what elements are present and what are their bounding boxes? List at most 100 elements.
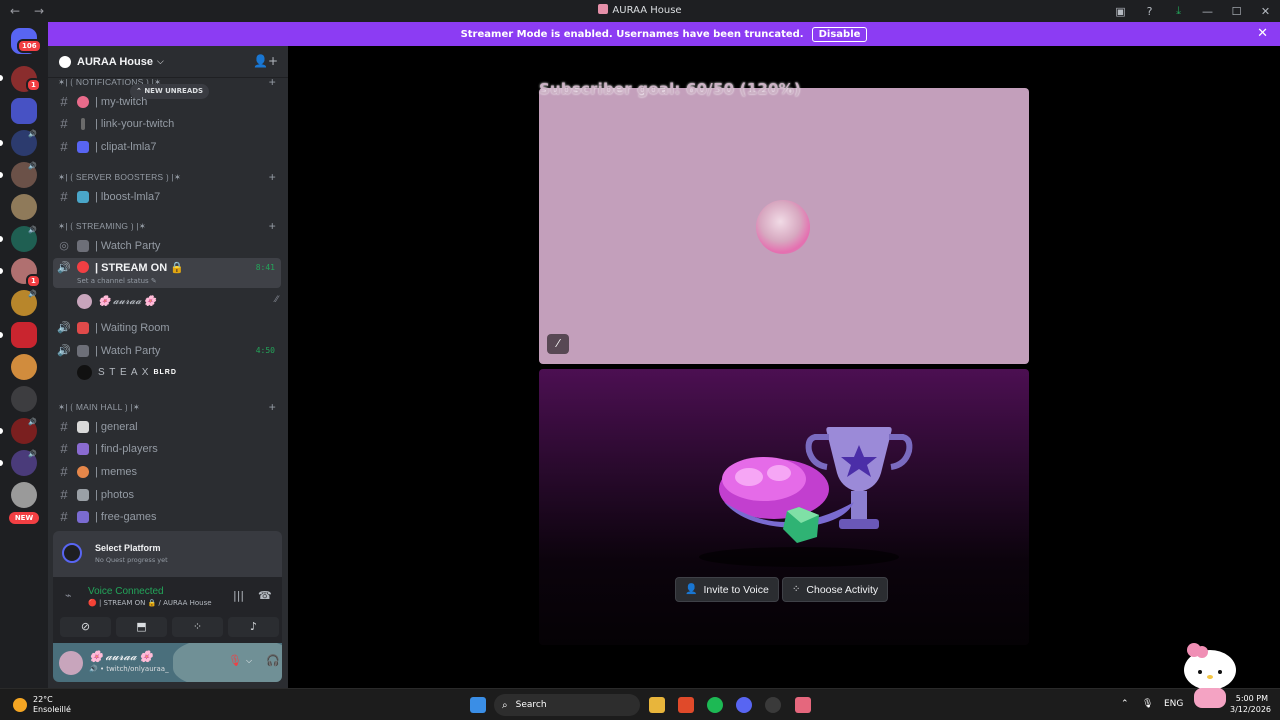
voice-timer: 4:50 [255,346,275,355]
banner-close-icon[interactable]: ✕ [1257,26,1268,41]
choose-activity-button[interactable]: ⁘ Choose Activity [782,577,889,602]
maximize-icon[interactable]: ☐ [1222,5,1251,18]
muted-icon[interactable]: ⁄ [547,334,569,354]
inbox-icon[interactable]: ▣ [1106,5,1135,18]
invite-to-voice-button[interactable]: 👤 Invite to Voice [675,577,779,602]
channel-name: | general [95,420,138,433]
server-icon[interactable] [11,354,37,380]
windows-taskbar: 22°C Ensoleillé ⌕ Search ⌃ 🎙 ENG 5:00 PM 3/… [0,688,1280,720]
server-icon[interactable] [11,386,37,412]
chevron-down-icon[interactable]: ⌵ [246,656,252,666]
voice-user-auraa[interactable]: 🌸 𝓪𝓾𝓻𝓪𝓪 🌸 [77,292,156,310]
disable-button[interactable]: Disable [811,26,868,42]
controller-emoji-icon [77,510,89,523]
unread-pip [0,172,3,178]
quest-panel[interactable]: Select Platform No Quest progress yet [53,531,282,577]
camera-off-icon[interactable]: ⊘ [60,617,111,637]
server-icon[interactable] [11,322,37,348]
screen-share-icon[interactable]: ⬒ [116,617,167,637]
voice-channel-path: | STREAM ON 🔒 / AURAA House [98,599,212,607]
channel-free-games[interactable]: # | free-games [53,506,281,527]
unread-badge: 1 [26,274,41,288]
folder-icon[interactable] [11,98,37,124]
microphone-muted-icon[interactable]: 🎙 [228,654,242,667]
close-window-icon[interactable]: ✕ [1251,5,1280,18]
create-channel-icon[interactable]: + [269,400,276,414]
category-streaming[interactable]: ✶| ⟮ STREAMING ⟯ |✶ + [58,219,278,235]
channel-status-link[interactable]: Set a channel status ✎ [77,277,157,285]
voice-channel-waiting-room[interactable]: 🔊 | Waiting Room [53,317,281,338]
new-unreads-pill[interactable]: NEW [9,512,39,524]
status-text: twitch/onlyauraa_ [106,665,169,673]
noise-suppression-icon[interactable]: ||| [233,589,244,602]
chevron-up-icon[interactable]: ⌃ [1121,699,1129,709]
headphones-icon[interactable]: 🎧 [266,654,280,667]
disconnect-icon[interactable]: ☎ [258,589,272,602]
unread-pip [0,236,3,242]
signal-icon[interactable]: ⌁ [65,589,72,602]
server-icon[interactable] [11,482,37,508]
channel-name: | my-twitch [95,95,148,108]
username[interactable]: 🌸 𝓪𝓾𝓻𝓪𝓪 🌸 [89,650,153,664]
server-header[interactable]: AURAA House ⌵ 👤+ [48,46,288,78]
unread-pip [0,460,3,466]
channel-link-your-twitch[interactable]: # | link-your-twitch [53,113,281,134]
category-main-hall[interactable]: ✶| ⟮ MAIN HALL ⟯ |✶ + [58,400,278,416]
title-bar: ← → AURAA House ▣ ? ⤓ — ☐ ✕ [0,0,1280,22]
speaker-icon: 🔊 [57,262,71,274]
stage-channel-watch-party[interactable]: ◎ | Watch Party [53,235,281,256]
create-channel-icon[interactable]: + [269,75,276,89]
flower-emoji-icon [77,95,89,108]
voice-channel-watch-party[interactable]: 🔊 | Watch Party 4:50 [53,340,281,361]
server-name: AURAA House [77,55,153,68]
app-icon[interactable] [765,697,781,713]
activities-icon[interactable]: ⁘ [172,617,223,637]
file-explorer-icon[interactable] [649,697,665,713]
pin-emoji-icon [81,117,85,130]
streamer-avatar [756,200,810,254]
channel-memes[interactable]: # | memes [53,461,281,482]
category-label: ✶| ⟮ MAIN HALL ⟯ |✶ [58,402,141,412]
server-favicon-icon [598,4,609,14]
channel-name: | find-players [95,442,158,455]
voice-status-channel[interactable]: 🔴 | STREAM ON 🔒 / AURAA House [88,599,212,607]
search-box[interactable]: ⌕ Search [494,694,640,716]
channel-clipat[interactable]: # | clipat-lmla7 [53,136,281,157]
download-icon[interactable]: ⤓ [1164,4,1193,18]
channel-photos[interactable]: # | photos [53,484,281,505]
voice-user-steax[interactable]: S T E A X BLRD [77,363,177,381]
microphone-icon[interactable]: 🎙 [1142,699,1153,709]
sun-icon [13,698,27,712]
activities-icon: ⁘ [792,584,801,595]
speaker-icon: 🔊 [28,162,37,170]
invite-people-icon[interactable]: 👤+ [253,54,278,68]
stream-tile[interactable]: ⁄ [539,88,1029,364]
unread-badge: 1 [26,78,41,92]
tv-emoji-icon [77,239,89,252]
channel-find-players[interactable]: # | find-players [53,438,281,459]
soundboard-icon[interactable]: ♪ [228,617,279,637]
window-title: AURAA House [0,4,1280,16]
voice-user-name: S T E A X [98,366,150,378]
create-channel-icon[interactable]: + [269,219,276,233]
channel-name: | memes [95,465,137,478]
server-icon[interactable] [11,194,37,220]
channel-boost[interactable]: # | lboost-lmla7 [53,186,281,207]
weather-widget[interactable]: 22°C Ensoleillé [13,695,71,715]
voice-status-title[interactable]: Voice Connected [88,586,164,597]
avatar[interactable] [59,651,83,675]
hash-icon: # [60,441,68,456]
create-channel-icon[interactable]: + [269,170,276,184]
stage-icon: ◎ [59,240,69,252]
help-icon[interactable]: ? [1135,5,1164,18]
spotify-icon[interactable] [707,697,723,713]
category-server-boosters[interactable]: ✶| ⟮ SERVER BOOSTERS ⟯ |✶ + [58,170,278,186]
minimize-icon[interactable]: — [1193,5,1222,18]
start-icon[interactable] [470,697,486,713]
hash-icon: # [60,487,68,502]
active-app-icon[interactable] [795,697,811,713]
channel-general[interactable]: # | general [53,416,281,437]
discord-icon[interactable] [736,697,752,713]
channel-my-twitch[interactable]: # | my-twitch [53,91,281,112]
brave-browser-icon[interactable] [678,697,694,713]
